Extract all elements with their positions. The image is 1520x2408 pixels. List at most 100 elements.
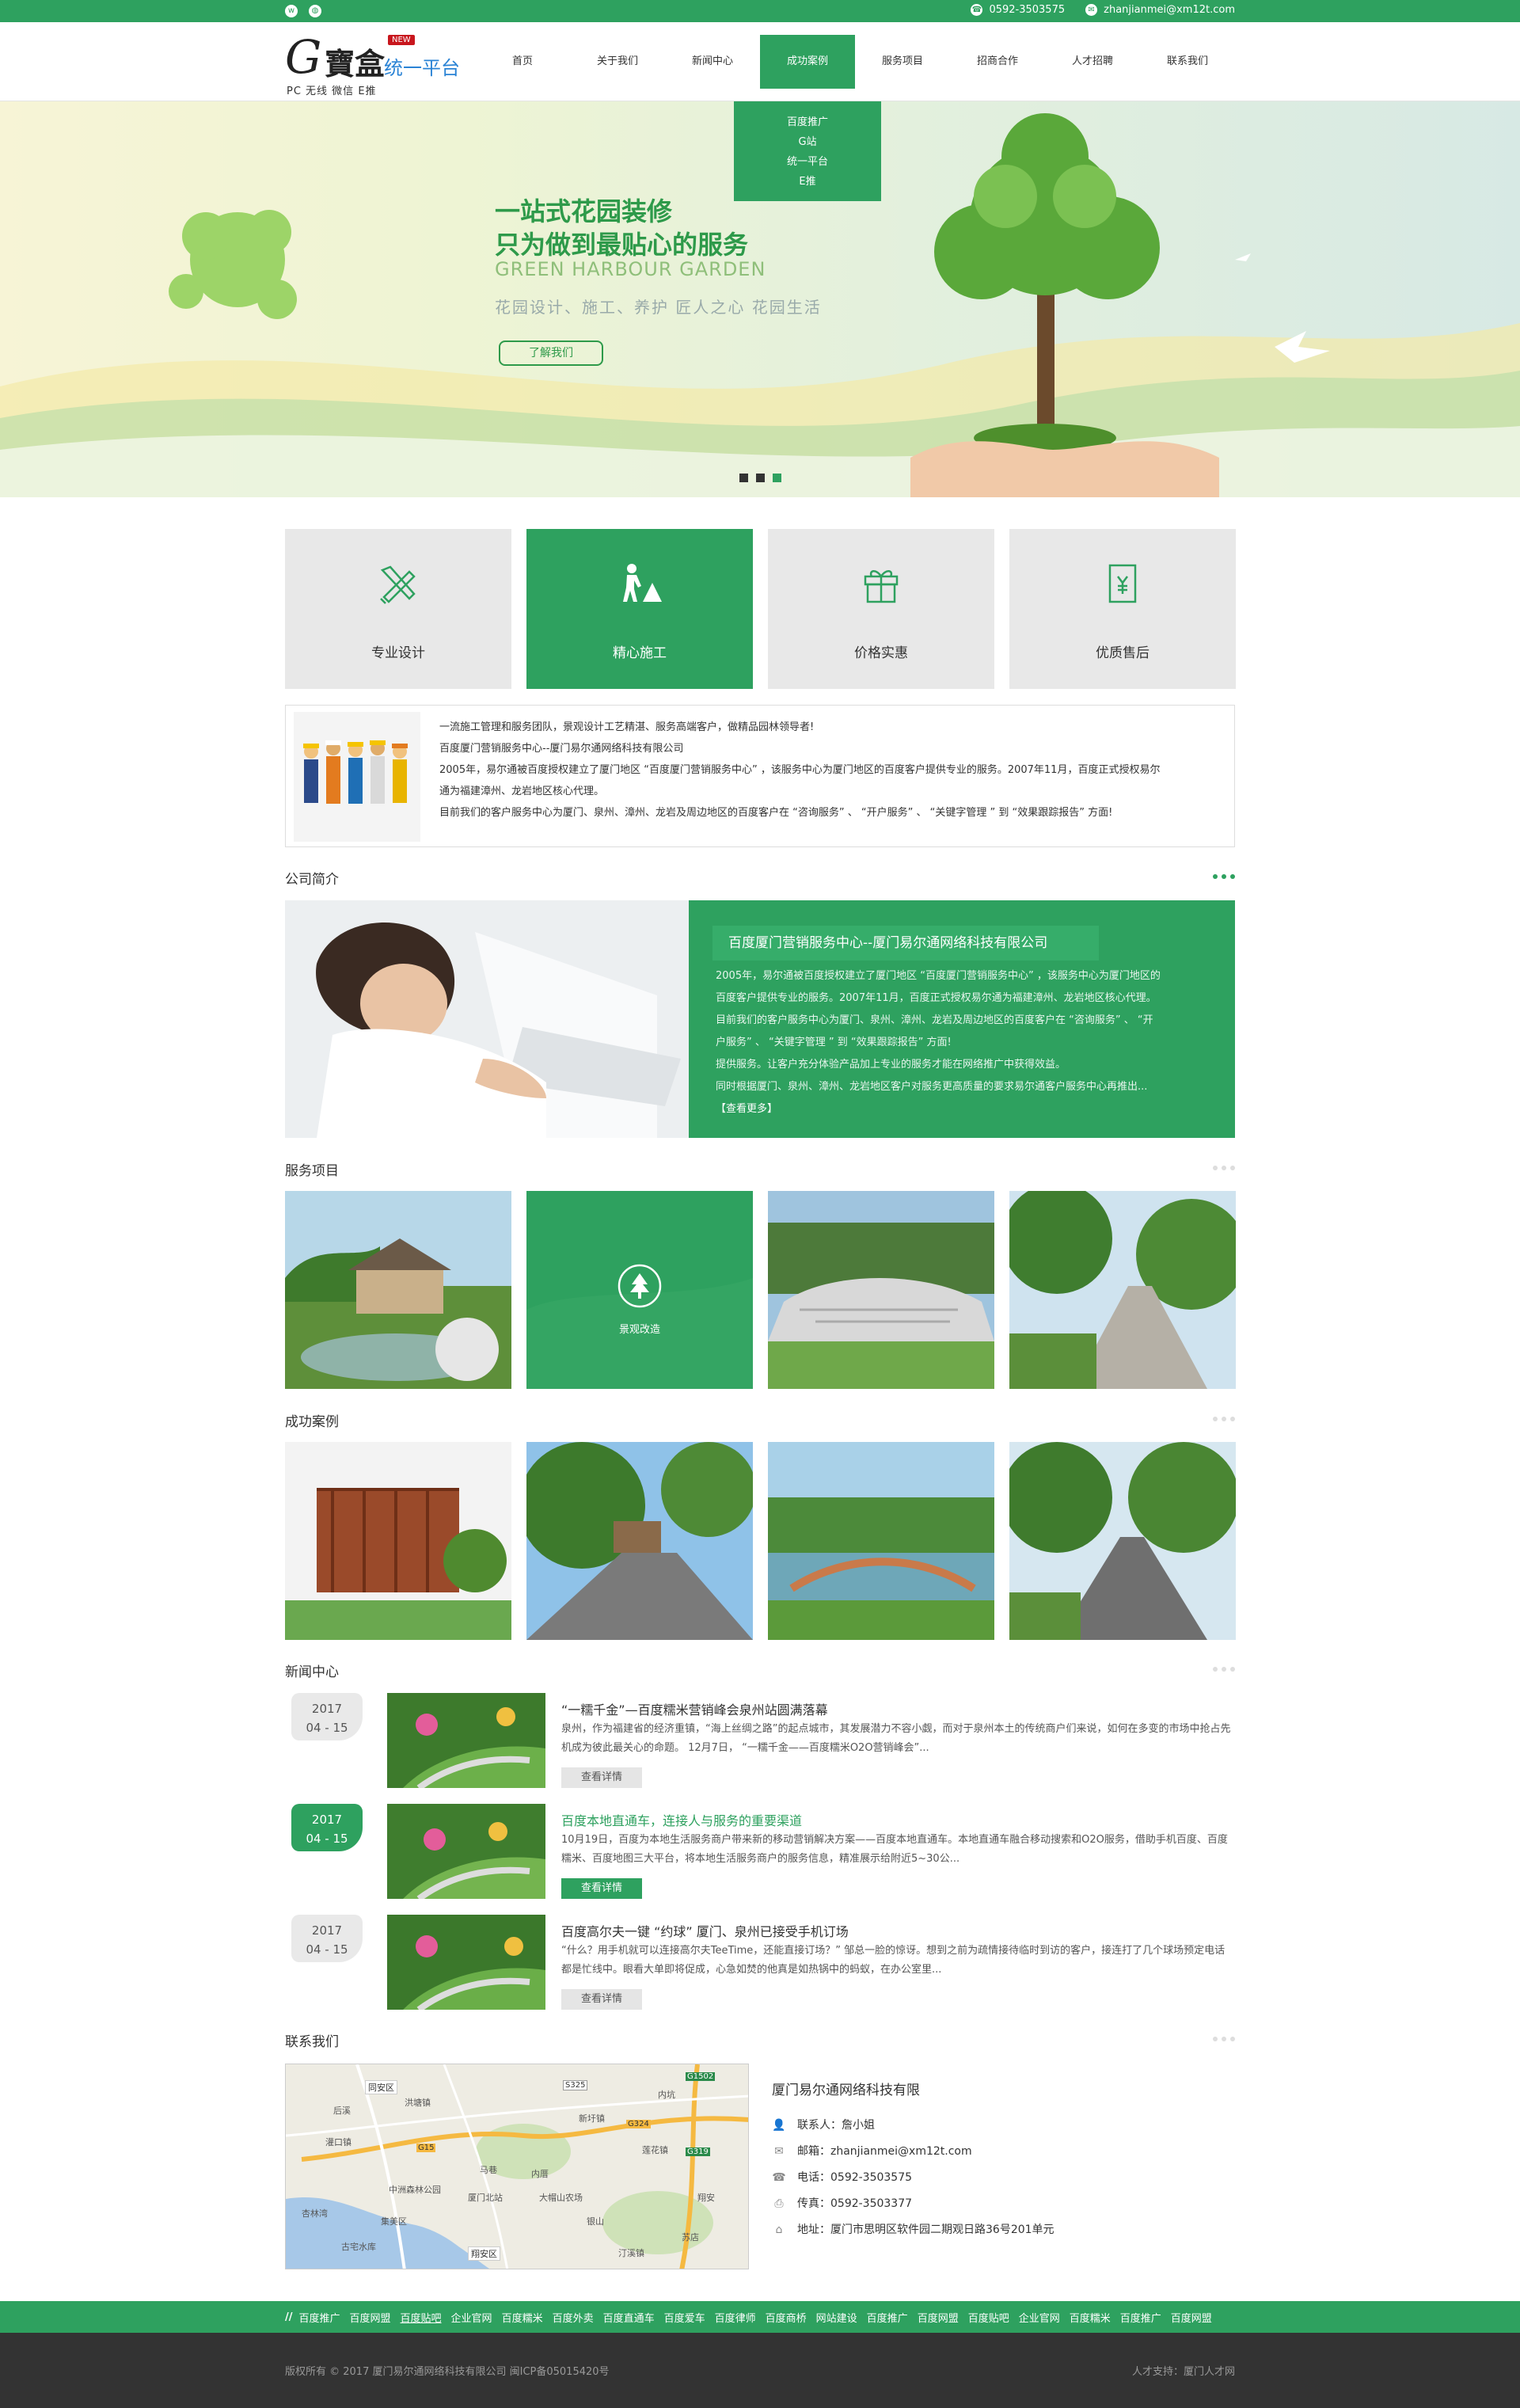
footer-links-bar: // 百度推广 百度网盟 百度贴吧 企业官网 百度糯米 百度外卖 百度直通车 百度爱车 百度律师… [0,2301,1520,2333]
nav-services[interactable]: 服务项目 [855,35,950,89]
tech-support[interactable]: 人才支持：厦门人才网 [1132,2363,1235,2378]
nav-about[interactable]: 关于我们 [570,35,665,89]
footer-link[interactable]: 百度网盟 [1171,2310,1212,2325]
news-date: 2017 04 - 15 [291,1693,363,1740]
dropdown-item[interactable]: G站 [734,132,881,152]
feature-construction[interactable]: 精心施工 [526,529,753,689]
wechat-icon[interactable]: ◍ [309,5,321,17]
map-label: 内厝 [531,2169,549,2179]
footer-link[interactable]: 百度糯米 [1070,2310,1111,2325]
case-thumb[interactable] [768,1442,994,1640]
nav-contact[interactable]: 联系我们 [1140,35,1235,89]
footer-link[interactable]: 百度外卖 [553,2310,594,2325]
footer-link[interactable]: 百度贴吧 [401,2310,442,2325]
news-title[interactable]: 百度高尔夫一键 “约球” 厦门、泉州已接受手机订场 [561,1921,849,1940]
more-dots-icon[interactable] [1213,1166,1235,1170]
news-detail-button[interactable]: 查看详情 [561,1767,642,1788]
news-title[interactable]: 百度本地直通车，连接人与服务的重要渠道 [561,1810,802,1829]
news-title[interactable]: “一糯千金”—百度糯米营销峰会泉州站圆满落幕 [561,1699,828,1718]
header: G 寶盒 NEW 统一平台 PC 无线 微信 E推 首页 关于我们 新闻中心 成… [0,22,1520,101]
nav-jobs[interactable]: 人才招聘 [1045,35,1140,89]
yuan-document-icon [1108,564,1137,603]
user-icon: 👤 [772,2119,786,2132]
footer-link[interactable]: 企业官网 [451,2310,492,2325]
news-summary: 泉州，作为福建省的经济重镇，“海上丝绸之路”的起点城市，其发展潜力不容小觑，而对… [561,1723,1231,1754]
dropdown-item[interactable]: 统一平台 [734,152,881,172]
footer-link[interactable]: 网站建设 [816,2310,857,2325]
more-dots-icon[interactable] [1213,1417,1235,1421]
news-summary: “什么？用手机就可以连接高尔夫TeeTime，还能直接订场？” 邹总一脸的惊讶。… [561,1945,1226,1976]
service-thumb[interactable] [285,1191,511,1389]
nav-home[interactable]: 首页 [475,35,570,89]
news-thumb[interactable] [387,1693,545,1788]
footer-link[interactable]: 百度律师 [715,2310,756,2325]
weibo-icon[interactable]: w [285,5,298,17]
map-road-label: G1502 [686,2072,716,2081]
news-detail-button[interactable]: 查看详情 [561,1989,642,2010]
banner-headline: 一站式花园装修 只为做到最贴心的服务 [495,196,749,260]
nav-partners[interactable]: 招商合作 [950,35,1045,89]
news-thumb[interactable] [387,1804,545,1899]
learn-more-button[interactable]: 了解我们 [499,340,603,366]
section-cases-header: 成功案例 [285,1410,1235,1434]
about-panel: 百度厦门营销服务中心--厦门易尔通网络科技有限公司 2005年，易尔通被百度授权… [285,900,1235,1138]
service-thumb[interactable] [768,1191,994,1389]
service-thumb-highlight[interactable]: 景观改造 [526,1191,753,1389]
footer-link[interactable]: 百度直通车 [603,2310,655,2325]
phone-icon: ☎ [971,4,983,16]
case-thumb[interactable] [1009,1442,1236,1640]
footer-link[interactable]: 百度贴吧 [968,2310,1009,2325]
more-dots-icon[interactable] [1213,1667,1235,1672]
nav-news[interactable]: 新闻中心 [665,35,760,89]
footer-link[interactable]: 百度网盟 [918,2310,959,2325]
footer-link[interactable]: 百度推广 [867,2310,908,2325]
map-label: 莲花镇 [642,2145,668,2155]
dropdown-item[interactable]: E推 [734,172,881,192]
map-label: 洪塘镇 [405,2098,431,2108]
footer-link[interactable]: 企业官网 [1019,2310,1060,2325]
news-thumb[interactable] [387,1915,545,2010]
feature-price[interactable]: 价格实惠 [768,529,994,689]
about-more-link[interactable]: 【查看更多】 [716,1100,777,1115]
more-dots-icon[interactable] [1213,2037,1235,2041]
location-map[interactable]: 同安区 洪塘镇 中洲森林公园 集美区 厦门北站 灌口镇 马巷 内厝 新圩镇 翔安… [285,2064,749,2269]
feature-design[interactable]: 专业设计 [285,529,511,689]
feature-after-sales[interactable]: 优质售后 [1009,529,1236,689]
footer-link[interactable]: 百度推广 [1120,2310,1161,2325]
link-icon: // [285,2311,293,2323]
slider-dot-active[interactable] [773,474,781,482]
mail-icon: ✉ [1085,4,1098,16]
footer-link[interactable]: 百度推广 [299,2310,340,2325]
phone-icon: ☎ [772,2171,786,2184]
map-label: 汀溪镇 [618,2248,644,2258]
contact-row: ⌂ 地址：厦门市思明区软件园二期观日路36号201单元 [772,2221,1054,2237]
map-label: 马巷 [480,2165,497,2175]
banner-tagline: 花园设计、施工、养护 匠人之心 花园生活 [495,298,822,317]
footer-link[interactable]: 百度糯米 [502,2310,543,2325]
logo-g-mark: G [285,30,322,84]
intro-text: 一流施工管理和服务团队，景观设计工艺精湛、服务高端客户，做精品园林领导者! 百度… [439,721,1161,819]
logo[interactable]: G 寶盒 NEW 统一平台 PC 无线 微信 E推 [285,33,467,97]
more-dots-icon[interactable] [1213,874,1235,879]
map-label: 苏店 [682,2232,699,2243]
slider-dot[interactable] [739,474,748,482]
logo-brand: 寶盒 [325,46,386,82]
footer-link[interactable]: 百度商桥 [766,2310,807,2325]
map-label: 灌口镇 [325,2137,352,2147]
top-email[interactable]: ✉ zhanjianmei@xm12t.com [1085,4,1235,16]
main-nav: 首页 关于我们 新闻中心 成功案例 服务项目 招商合作 人才招聘 联系我们 [475,35,1235,89]
map-label: 古宅水库 [341,2242,376,2252]
service-thumb[interactable] [1009,1191,1236,1389]
nav-cases[interactable]: 成功案例 [760,35,855,89]
contact-row[interactable]: ✉ 邮箱：zhanjianmei@xm12t.com [772,2143,972,2159]
about-text: 2005年，易尔通被百度授权建立了厦门地区 “百度厦门营销服务中心” ，该服务中… [716,970,1161,1093]
contact-company: 厦门易尔通网络科技有限 [772,2083,920,2098]
case-thumb[interactable] [285,1442,511,1640]
footer-link[interactable]: 百度网盟 [350,2310,391,2325]
footer-link[interactable]: 百度爱车 [664,2310,705,2325]
slider-dot[interactable] [756,474,765,482]
news-detail-button[interactable]: 查看详情 [561,1878,642,1899]
about-photo [285,900,689,1138]
case-thumb[interactable] [526,1442,753,1640]
dropdown-item[interactable]: 百度推广 [734,112,881,132]
